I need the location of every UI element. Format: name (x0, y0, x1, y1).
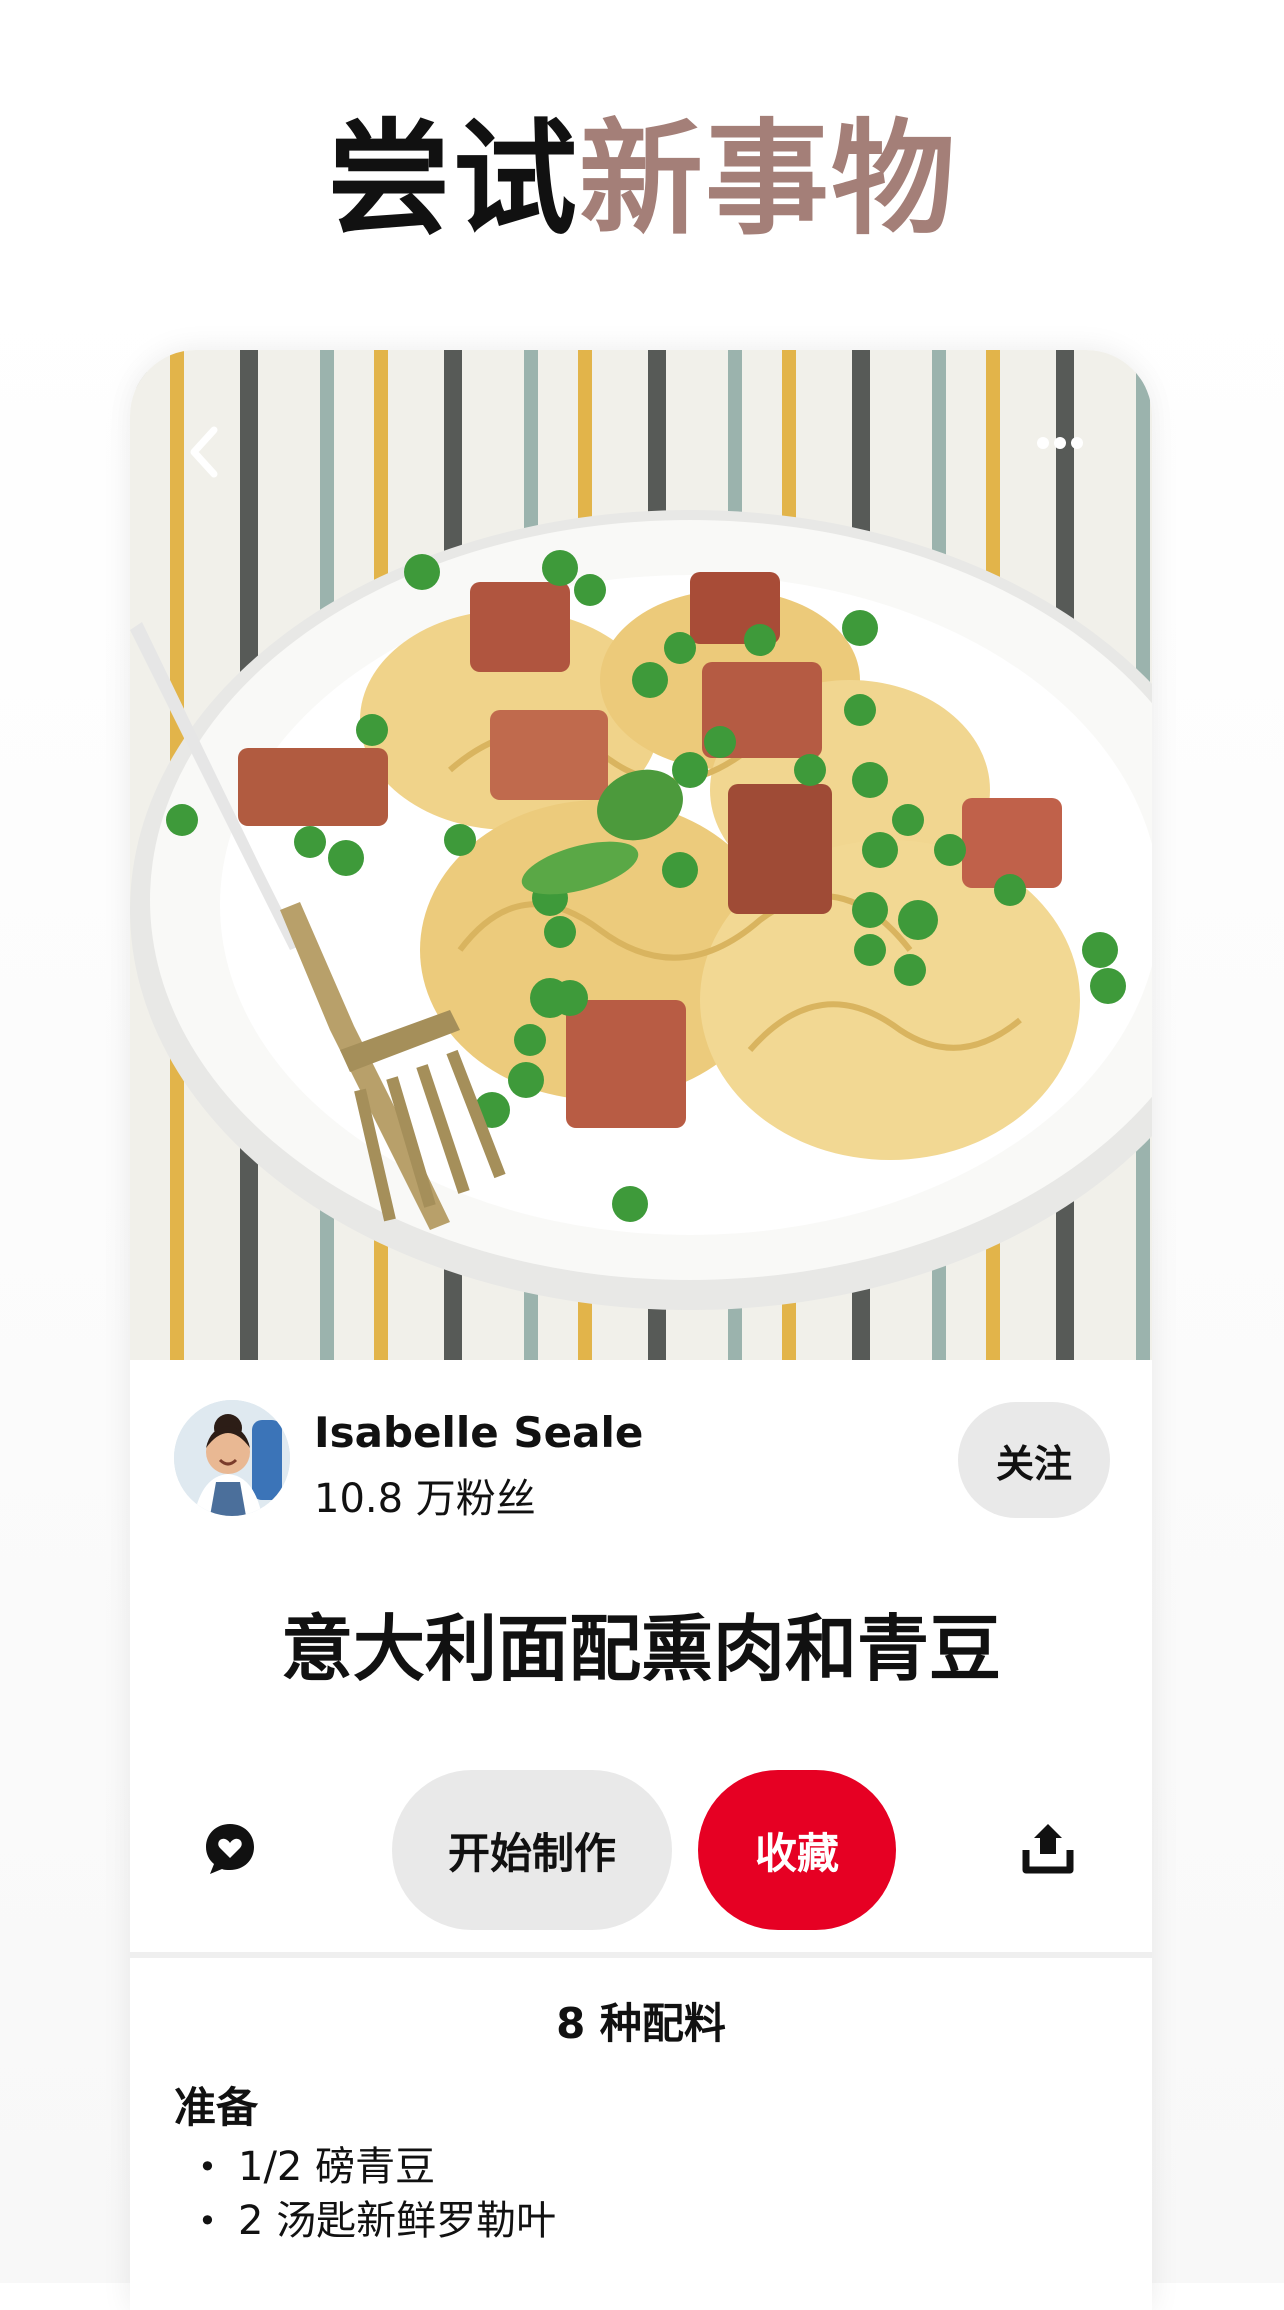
headline-dark-text: 尝试 (326, 108, 579, 252)
back-button[interactable] (186, 426, 246, 486)
chevron-left-icon (190, 426, 218, 478)
action-row: 开始制作 收藏 (130, 1770, 1152, 1930)
share-button[interactable] (1016, 1816, 1080, 1880)
author-followers: 10.8 万粉丝 (314, 1476, 536, 1522)
pasta-photo (130, 510, 1152, 1310)
ingredient-section-title: 准备 (174, 2083, 259, 2132)
ingredient-list: 1/2 磅青豆 2 汤匙新鲜罗勒叶 (174, 2140, 556, 2248)
recipe-pin-card: Isabelle Seale 10.8 万粉丝 关注 意大利面配熏肉和青豆 开始… (130, 350, 1152, 2310)
avatar-image (174, 1400, 290, 1516)
comment-button[interactable] (198, 1816, 262, 1880)
ingredient-count: 8 种配料 (556, 1999, 726, 2048)
section-divider (130, 1952, 1152, 1958)
follow-button[interactable]: 关注 (958, 1402, 1110, 1518)
share-icon (1022, 1824, 1074, 1874)
recipe-hero-image[interactable] (130, 350, 1152, 1360)
save-button[interactable]: 收藏 (698, 1770, 896, 1930)
avatar[interactable] (174, 1400, 290, 1516)
author-name[interactable]: Isabelle Seale (314, 1408, 643, 1457)
author-row: Isabelle Seale 10.8 万粉丝 关注 (174, 1400, 1110, 1522)
page-headline: 尝试新事物 (0, 100, 1284, 260)
more-dots-icon (1037, 437, 1083, 449)
more-options-button[interactable] (1036, 436, 1096, 476)
recipe-title: 意大利面配熏肉和青豆 (280, 1607, 1001, 1691)
comment-heart-icon (206, 1824, 254, 1874)
ingredient-item: 2 汤匙新鲜罗勒叶 (174, 2194, 556, 2248)
start-making-button[interactable]: 开始制作 (392, 1770, 672, 1930)
ingredient-item: 1/2 磅青豆 (174, 2140, 556, 2194)
headline-accent-text: 新事物 (579, 108, 958, 252)
